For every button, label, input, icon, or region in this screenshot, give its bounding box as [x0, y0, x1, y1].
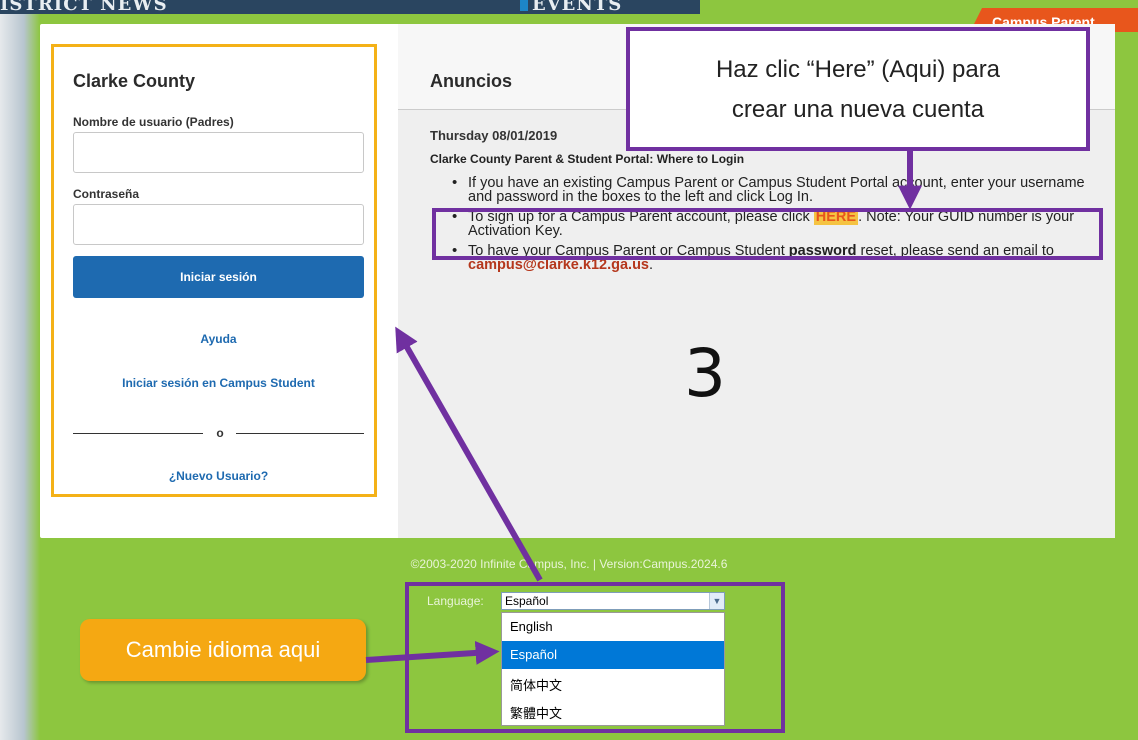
here-highlight-box	[432, 208, 1103, 260]
language-highlight-box	[405, 582, 785, 733]
language-callout: Cambie idioma aqui	[80, 619, 366, 681]
here-callout: Haz clic “Here” (Aqui) para crear una nu…	[626, 27, 1090, 151]
step-number: 3	[684, 335, 726, 412]
list-item: If you have an existing Campus Parent or…	[450, 175, 1110, 205]
bullet-text: If you have an existing Campus Parent or…	[468, 175, 1085, 205]
callout-line-1: Haz clic “Here” (Aqui) para	[715, 56, 1001, 83]
top-banner: ISTRICT NEWS EVENTS	[0, 0, 700, 15]
copyright-text: ©2003-2020 Infinite Campus, Inc. | Versi…	[410, 557, 728, 571]
announcements-title: Anuncios	[430, 71, 513, 91]
callout-line-2: crear una nueva cuenta	[731, 96, 985, 123]
background-sidebar	[0, 14, 40, 740]
login-highlight-box	[51, 44, 377, 497]
district-news-link[interactable]: ISTRICT NEWS	[0, 0, 168, 15]
announcement-date: Thursday 08/01/2019	[430, 128, 558, 143]
events-link[interactable]: EVENTS	[520, 0, 622, 15]
announcement-heading: Clarke County Parent & Student Portal: W…	[430, 152, 745, 166]
